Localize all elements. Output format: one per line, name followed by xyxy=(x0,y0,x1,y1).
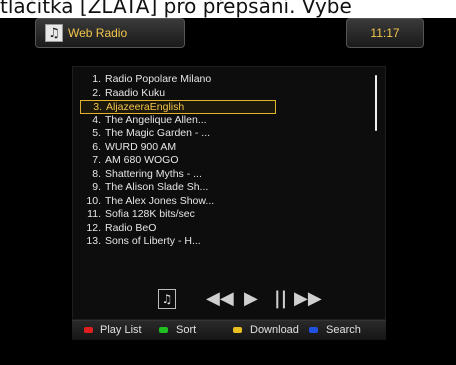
scrollbar[interactable] xyxy=(375,75,377,131)
item-name: AM 680 WOGO xyxy=(105,154,179,166)
item-name: Shattering Myths - ... xyxy=(105,167,202,180)
item-name: Sons of Liberty - H... xyxy=(105,235,201,247)
playback-controls: ♫ ◀◀ ▶ || ▶▶ xyxy=(158,288,328,311)
item-name: Sofia 128K bits/sec xyxy=(105,208,195,220)
item-number: 13. xyxy=(86,235,101,247)
item-number: 8. xyxy=(92,167,101,180)
station-list: 1. Radio Popolare Milano 2. Raadio Kuku 3.… xyxy=(80,73,370,249)
list-item[interactable]: 2. Raadio Kuku xyxy=(80,87,370,101)
top-strip-text: tlačítka [ZLATÁ] pro přepsání. Vybe xyxy=(0,0,352,18)
item-number: 6. xyxy=(92,140,101,153)
list-item[interactable]: 11. Sofia 128K bits/sec xyxy=(80,208,370,222)
color-key-bar: Play List Sort Download Search xyxy=(72,320,386,340)
sort-button[interactable]: Sort xyxy=(176,324,196,336)
item-number: 12. xyxy=(86,221,101,234)
list-item[interactable]: 12. Radio BeO xyxy=(80,222,370,236)
item-number: 1. xyxy=(92,73,101,85)
top-text-strip: tlačítka [ZLATÁ] pro přepsání. Vybe xyxy=(0,0,456,18)
item-name: Radio BeO xyxy=(105,221,157,234)
list-item-selected[interactable]: 3. AljazeeraEnglish xyxy=(80,100,276,114)
item-number: 7. xyxy=(92,154,101,166)
green-key-icon xyxy=(159,327,168,333)
list-item[interactable]: 6. WURD 900 AM xyxy=(80,141,370,155)
list-item[interactable]: 1. Radio Popolare Milano xyxy=(80,73,370,87)
fast-forward-icon[interactable]: ▶▶ xyxy=(294,288,322,310)
blue-key-icon xyxy=(309,327,318,333)
item-name: The Magic Garden - ... xyxy=(105,127,211,139)
rewind-icon[interactable]: ◀◀ xyxy=(206,288,234,310)
item-name: The Alison Slade Sh... xyxy=(105,181,209,193)
item-number: 3. xyxy=(93,101,102,113)
play-list-button[interactable]: Play List xyxy=(100,324,142,336)
list-item[interactable]: 9. The Alison Slade Sh... xyxy=(80,181,370,195)
yellow-key-icon xyxy=(233,327,242,333)
item-number: 4. xyxy=(92,113,101,126)
item-name: The Alex Jones Show... xyxy=(105,194,215,207)
list-item[interactable]: 7. AM 680 WOGO xyxy=(80,154,370,168)
item-number: 9. xyxy=(92,181,101,193)
music-note-icon[interactable]: ♫ xyxy=(158,289,176,309)
item-number: 10. xyxy=(86,194,101,207)
item-name: AljazeeraEnglish xyxy=(106,101,185,113)
play-icon[interactable]: ▶ xyxy=(244,288,258,310)
item-number: 5. xyxy=(92,127,101,139)
download-button[interactable]: Download xyxy=(250,324,299,336)
item-name: Raadio Kuku xyxy=(105,86,166,99)
clock: 11:17 xyxy=(346,18,424,48)
title-box: ♫ Web Radio xyxy=(35,18,185,48)
list-item[interactable]: 10. The Alex Jones Show... xyxy=(80,195,370,209)
list-item[interactable]: 13. Sons of Liberty - H... xyxy=(80,235,370,249)
pause-icon[interactable]: || xyxy=(274,288,287,310)
item-name: The Angelique Allen... xyxy=(105,113,207,126)
list-item[interactable]: 8. Shattering Myths - ... xyxy=(80,168,370,182)
item-name: Radio Popolare Milano xyxy=(105,73,212,85)
page-title: Web Radio xyxy=(68,26,128,40)
red-key-icon xyxy=(84,327,93,333)
item-number: 11. xyxy=(87,208,101,220)
item-name: WURD 900 AM xyxy=(105,140,177,153)
list-item[interactable]: 5. The Magic Garden - ... xyxy=(80,127,370,141)
playlist-panel: 1. Radio Popolare Milano 2. Raadio Kuku 3.… xyxy=(72,66,386,320)
search-button[interactable]: Search xyxy=(326,324,361,336)
music-note-icon: ♫ xyxy=(45,24,63,42)
item-number: 2. xyxy=(92,86,101,99)
list-item[interactable]: 4. The Angelique Allen... xyxy=(80,114,370,128)
